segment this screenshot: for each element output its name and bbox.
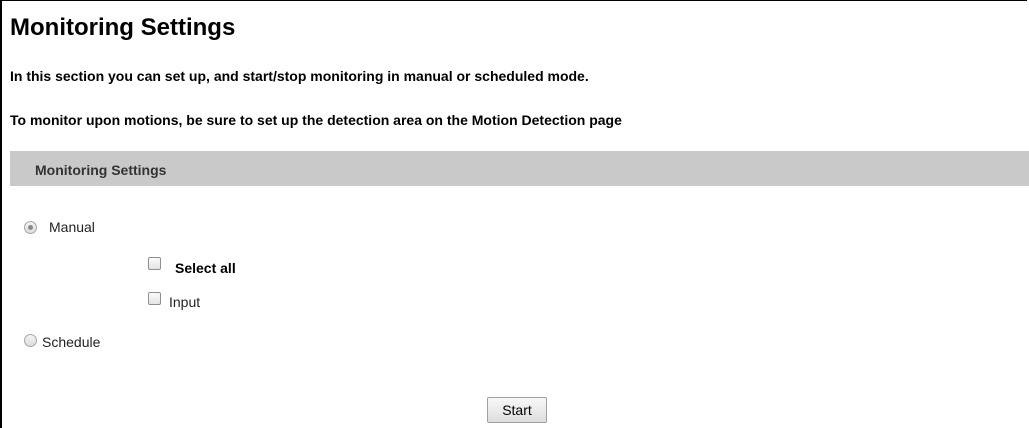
- section-header-label: Monitoring Settings: [35, 162, 167, 178]
- manual-label[interactable]: Manual: [49, 219, 95, 235]
- manual-radio[interactable]: [24, 221, 37, 234]
- start-button[interactable]: Start: [487, 397, 547, 423]
- monitoring-settings-page: Monitoring Settings In this section you …: [0, 0, 1029, 428]
- input-label[interactable]: Input: [169, 294, 200, 310]
- select-all-label[interactable]: Select all: [175, 260, 236, 276]
- page-description-mode: In this section you can set up, and star…: [10, 68, 589, 84]
- schedule-label[interactable]: Schedule: [42, 334, 100, 350]
- select-all-checkbox[interactable]: [148, 257, 161, 270]
- page-title: Monitoring Settings: [10, 14, 236, 41]
- section-header-bar: Monitoring Settings: [10, 151, 1029, 186]
- page-description-motion: To monitor upon motions, be sure to set …: [10, 112, 622, 128]
- schedule-radio[interactable]: [24, 334, 37, 347]
- input-checkbox[interactable]: [148, 292, 161, 305]
